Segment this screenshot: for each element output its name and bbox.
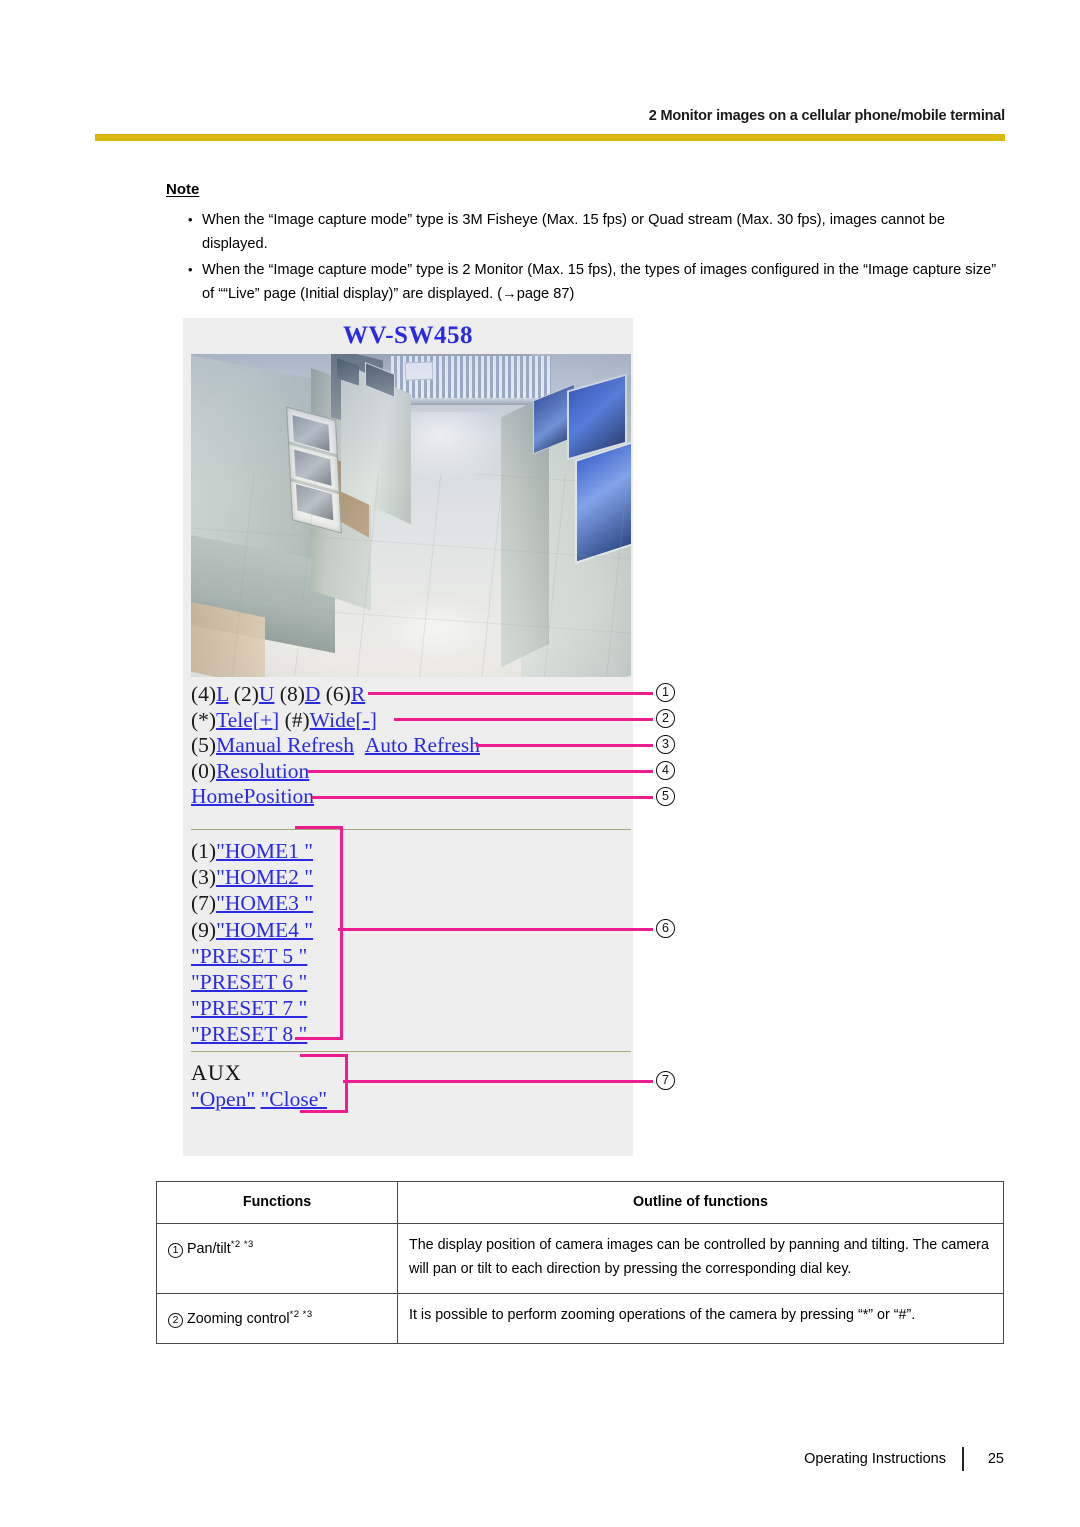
camera-model-title: WV-SW458	[343, 322, 473, 349]
callout-number-7: 7	[656, 1071, 675, 1090]
header-rule	[95, 134, 1005, 141]
aux-close-link[interactable]: "Close"	[261, 1087, 328, 1111]
cell-function-name: 1 Pan/tilt*2 *3	[156, 1223, 398, 1294]
bullet-icon: •	[188, 212, 193, 227]
aux-open-link[interactable]: "Open"	[191, 1087, 255, 1111]
dial-key-0: (0)	[191, 758, 217, 783]
circled-number-icon: 1	[168, 1242, 183, 1258]
dial-key-4: (4)	[191, 682, 217, 706]
home-position-link-row: HomePosition	[191, 784, 631, 810]
page-number: 25	[987, 1451, 1004, 1467]
dial-key-8: (8)	[279, 682, 305, 706]
manual-refresh-link[interactable]: Manual Refresh	[216, 733, 354, 757]
aux-section: AUX "Open" "Close"	[191, 1060, 631, 1113]
pan-right-link[interactable]: R	[351, 682, 365, 706]
preset-6-link[interactable]: "PRESET 6 "	[191, 970, 307, 994]
dial-key-6: (6)	[325, 682, 351, 706]
function-label: Zooming control	[187, 1310, 290, 1327]
preset-home2-link[interactable]: "HOME2 "	[216, 865, 313, 889]
circled-number-icon: 2	[168, 1312, 183, 1328]
callout-number-3: 3	[656, 735, 675, 754]
page-footer: Operating Instructions 25	[804, 1447, 1004, 1471]
refresh-link-row: (5)Manual Refresh Auto Refresh	[191, 733, 631, 759]
preset-row: (3)"HOME2 "	[191, 864, 631, 890]
dial-key-star: (*)	[191, 707, 217, 732]
column-header-functions: Functions	[156, 1181, 398, 1224]
dial-key-2: (2)	[233, 682, 259, 706]
note-item-text: When the “Image capture mode” type is 2 …	[202, 262, 997, 302]
table-row: 2 Zooming control*2 *3 It is possible to …	[156, 1293, 1004, 1344]
resolution-link[interactable]: Resolution	[216, 759, 309, 783]
preset-row: (1)"HOME1 "	[191, 838, 631, 864]
preset-home1-link[interactable]: "HOME1 "	[216, 839, 313, 863]
preset-row: "PRESET 5 "	[191, 943, 631, 969]
camera-control-links: (4)L (2)U (8)D (6)R (*)Tele[+] (#)Wide[-…	[191, 682, 631, 810]
table-row: 1 Pan/tilt*2 *3 The display position of c…	[156, 1223, 1004, 1294]
preset-5-link[interactable]: "PRESET 5 "	[191, 944, 307, 968]
dial-key-hash: (#)	[284, 707, 310, 732]
dial-key-1: (1)	[191, 839, 217, 863]
zoom-link-row: (*)Tele[+] (#)Wide[-]	[191, 708, 631, 734]
table-header-row: Functions Outline of functions	[156, 1181, 1004, 1224]
callout-number-4: 4	[656, 761, 675, 780]
cell-function-outline: It is possible to perform zooming operat…	[397, 1293, 1004, 1344]
callout-number-5: 5	[656, 787, 675, 806]
aux-label: AUX	[191, 1060, 242, 1085]
dial-key-9: (9)	[191, 917, 217, 942]
note-list-item: • When the “Image capture mode” type is …	[166, 258, 1011, 306]
section-divider	[191, 829, 631, 830]
bullet-icon: •	[188, 262, 193, 277]
live-camera-image	[191, 354, 631, 677]
auto-refresh-link[interactable]: Auto Refresh	[365, 733, 480, 757]
preset-home3-link[interactable]: "HOME3 "	[216, 891, 313, 915]
column-header-outline: Outline of functions	[397, 1181, 1004, 1224]
resolution-link-row: (0)Resolution	[191, 759, 631, 785]
pan-tilt-link-row: (4)L (2)U (8)D (6)R	[191, 682, 631, 708]
preset-link-list: (1)"HOME1 " (3)"HOME2 " (7)"HOME3 " (9)"…	[191, 838, 631, 1048]
function-label: Pan/tilt	[187, 1240, 231, 1257]
preset-home4-link[interactable]: "HOME4 "	[216, 918, 313, 942]
cell-function-name: 2 Zooming control*2 *3	[156, 1293, 398, 1344]
callout-number-6: 6	[656, 919, 675, 938]
section-divider	[191, 1051, 631, 1052]
preset-8-link[interactable]: "PRESET 8 "	[191, 1022, 307, 1046]
note-heading: Note	[166, 181, 200, 198]
footer-label: Operating Instructions	[804, 1451, 946, 1467]
page-section-header: 2 Monitor images on a cellular phone/mob…	[648, 108, 1005, 124]
zoom-tele-link[interactable]: Tele[+]	[216, 708, 279, 732]
callout-number-2: 2	[656, 709, 675, 728]
home-position-link[interactable]: HomePosition	[191, 784, 314, 808]
note-list-item: • When the “Image capture mode” type is …	[166, 208, 1011, 256]
callout-number-1: 1	[656, 683, 675, 702]
pan-left-link[interactable]: L	[216, 682, 228, 706]
aux-link-row: "Open" "Close"	[191, 1086, 631, 1113]
footer-divider	[962, 1447, 964, 1471]
note-list: • When the “Image capture mode” type is …	[166, 208, 1011, 308]
tilt-down-link[interactable]: D	[305, 682, 321, 706]
preset-row: (9)"HOME4 "	[191, 917, 631, 943]
dial-key-7: (7)	[191, 891, 217, 916]
zoom-wide-link[interactable]: Wide[-]	[310, 708, 377, 732]
preset-row: "PRESET 6 "	[191, 969, 631, 995]
preset-row: "PRESET 7 "	[191, 995, 631, 1021]
footnote-marker: *2 *3	[289, 1309, 313, 1320]
functions-table: Functions Outline of functions 1 Pan/tilt…	[156, 1181, 1004, 1344]
preset-row: "PRESET 8 "	[191, 1021, 631, 1047]
preset-row: (7)"HOME3 "	[191, 890, 631, 916]
note-item-text: When the “Image capture mode” type is 3M…	[202, 212, 945, 252]
dial-key-3: (3)	[191, 865, 217, 890]
mobile-screen-figure: WV-SW458 (4)L (2)U (8)D (6)R (*)Tele[+] …	[183, 318, 633, 1156]
tilt-up-link[interactable]: U	[259, 682, 275, 706]
dial-key-5: (5)	[191, 733, 217, 757]
preset-7-link[interactable]: "PRESET 7 "	[191, 996, 307, 1020]
cell-function-outline: The display position of camera images ca…	[397, 1223, 1004, 1294]
footnote-marker: *2 *3	[230, 1239, 254, 1250]
